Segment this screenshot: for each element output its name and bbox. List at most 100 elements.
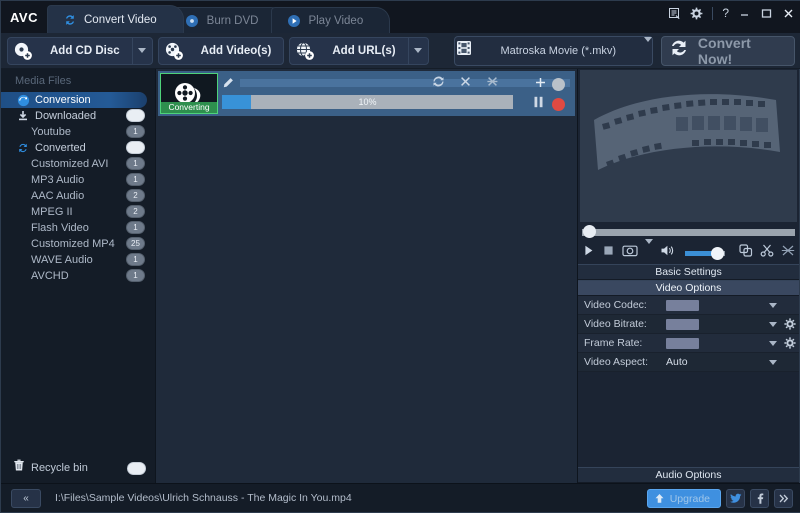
- sidebar-badge: [126, 109, 145, 122]
- output-format-select[interactable]: Matroska Movie (*.mkv): [453, 35, 653, 66]
- status-dot[interactable]: [552, 77, 565, 91]
- stop-icon[interactable]: [602, 244, 615, 262]
- sidebar-item-customized-mp4[interactable]: Customized MP4 25: [1, 236, 155, 252]
- option-value[interactable]: [666, 337, 765, 349]
- sidebar-item-label: Flash Video: [31, 222, 89, 234]
- converted-icon: [15, 141, 31, 155]
- cut-icon[interactable]: [486, 75, 499, 93]
- edit-pencil-icon[interactable]: [222, 77, 234, 89]
- play-icon[interactable]: [582, 244, 595, 262]
- facebook-icon[interactable]: [750, 489, 769, 508]
- minimize-icon[interactable]: [738, 7, 751, 20]
- option-value[interactable]: [666, 318, 765, 330]
- sidebar-badge: 1: [126, 221, 145, 234]
- sidebar-item-mpeg-ii[interactable]: MPEG II 2: [1, 204, 155, 220]
- sidebar-badge: 1: [126, 173, 145, 186]
- add-cd-disc-button[interactable]: Add CD Disc: [7, 36, 153, 65]
- sidebar-item-label: AVCHD: [31, 270, 69, 282]
- add-cd-disc-dropdown[interactable]: [131, 37, 152, 64]
- scissors-icon[interactable]: [760, 244, 774, 262]
- video-thumbnail[interactable]: Converting: [160, 73, 218, 114]
- volume-slider[interactable]: [685, 246, 725, 260]
- sidebar-item-label: WAVE Audio: [31, 254, 93, 266]
- tab-burn-dvd[interactable]: Burn DVD: [169, 7, 286, 33]
- snapshot-icon[interactable]: [622, 244, 638, 262]
- sidebar-item-label: MP3 Audio: [31, 174, 85, 186]
- film-strip-icon: [455, 39, 473, 62]
- refresh-icon[interactable]: [432, 75, 445, 93]
- sidebar-badge: 2: [126, 189, 145, 202]
- conversion-list[interactable]: Converting 10%: [156, 69, 577, 483]
- upgrade-label: Upgrade: [669, 492, 710, 505]
- gear-icon[interactable]: [781, 337, 799, 349]
- sidebar-item-conversion[interactable]: Conversion: [1, 92, 147, 108]
- convert-refresh-icon: [668, 37, 690, 64]
- add-icon[interactable]: [535, 75, 546, 93]
- crop-icon[interactable]: [739, 244, 753, 262]
- chevron-down-icon[interactable]: [765, 321, 781, 327]
- sidebar-item-label: Youtube: [31, 126, 71, 138]
- collapse-panel-button[interactable]: «: [11, 488, 41, 508]
- option-row-video-aspect[interactable]: Video Aspect: Auto: [578, 353, 799, 372]
- sidebar-item-downloaded[interactable]: Downloaded: [1, 108, 155, 124]
- sidebar-item-avchd[interactable]: AVCHD 1: [1, 268, 155, 284]
- option-value[interactable]: Auto: [666, 356, 765, 368]
- volume-icon[interactable]: [660, 244, 676, 262]
- settings-gear-icon[interactable]: [690, 7, 703, 20]
- more-icon[interactable]: [774, 489, 793, 508]
- cancel-icon[interactable]: [459, 75, 472, 93]
- add-urls-dropdown[interactable]: [407, 37, 428, 64]
- stop-icon[interactable]: [552, 97, 565, 111]
- preview-controls: [582, 239, 795, 264]
- conversion-transport: [533, 95, 565, 113]
- application-window: AVC Convert Video Burn DVD Play Video ? …: [0, 0, 800, 513]
- tab-play-video[interactable]: Play Video: [271, 7, 391, 33]
- add-videos-button[interactable]: Add Video(s): [157, 36, 285, 65]
- download-icon: [15, 109, 31, 123]
- chevron-down-icon[interactable]: [765, 302, 781, 308]
- sidebar-item-label: AAC Audio: [31, 190, 85, 202]
- sidebar-item-converted[interactable]: Converted: [1, 140, 155, 156]
- video-options-header[interactable]: Video Options: [578, 280, 799, 296]
- gear-icon[interactable]: [781, 318, 799, 330]
- upgrade-button[interactable]: Upgrade: [646, 489, 721, 508]
- help-icon[interactable]: ?: [722, 6, 729, 20]
- chevron-down-icon[interactable]: [765, 359, 781, 365]
- sidebar-item-aac-audio[interactable]: AAC Audio 2: [1, 188, 155, 204]
- basic-settings-header[interactable]: Basic Settings: [578, 264, 799, 280]
- sidebar-item-recycle-bin[interactable]: Recycle bin: [1, 459, 156, 477]
- app-logo: AVC: [10, 9, 38, 25]
- volume-thumb[interactable]: [711, 246, 724, 260]
- snapshot-dropdown-caret[interactable]: [645, 239, 653, 262]
- conversion-list-item[interactable]: Converting 10%: [158, 71, 575, 116]
- sidebar-item-flash-video[interactable]: Flash Video 1: [1, 220, 155, 236]
- format-label: Matroska Movie (*.mkv): [500, 44, 617, 57]
- pause-icon[interactable]: [533, 95, 544, 113]
- close-icon[interactable]: [782, 7, 795, 20]
- option-row-frame-rate[interactable]: Frame Rate:: [578, 334, 799, 353]
- list-view-icon[interactable]: [668, 7, 681, 20]
- preview-seek-bar[interactable]: [582, 224, 795, 240]
- tab-label: Play Video: [308, 14, 364, 27]
- sidebar-item-customized-avi[interactable]: Customized AVI 1: [1, 156, 155, 172]
- effects-icon[interactable]: [781, 244, 795, 262]
- sidebar-badge: 1: [126, 157, 145, 170]
- maximize-icon[interactable]: [760, 7, 773, 20]
- sidebar-item-wave-audio[interactable]: WAVE Audio 1: [1, 252, 155, 268]
- tab-convert-video[interactable]: Convert Video: [47, 5, 184, 33]
- option-row-video-codec[interactable]: Video Codec:: [578, 296, 799, 315]
- convert-now-button[interactable]: Convert Now!: [660, 35, 795, 67]
- twitter-icon[interactable]: [726, 489, 745, 508]
- audio-options-header[interactable]: Audio Options: [578, 467, 799, 483]
- sidebar-item-youtube[interactable]: Youtube 1: [1, 124, 155, 140]
- format-dropdown-caret[interactable]: [643, 36, 652, 60]
- sidebar-item-mp3-audio[interactable]: MP3 Audio 1: [1, 172, 155, 188]
- video-preview[interactable]: [580, 70, 797, 222]
- seek-track[interactable]: [582, 228, 795, 236]
- seek-thumb[interactable]: [583, 225, 596, 238]
- option-row-video-bitrate[interactable]: Video Bitrate:: [578, 315, 799, 334]
- option-value[interactable]: [666, 299, 765, 311]
- add-urls-button[interactable]: Add URL(s): [289, 36, 429, 65]
- add-videos-label: Add Video(s): [200, 44, 272, 57]
- chevron-down-icon[interactable]: [765, 340, 781, 346]
